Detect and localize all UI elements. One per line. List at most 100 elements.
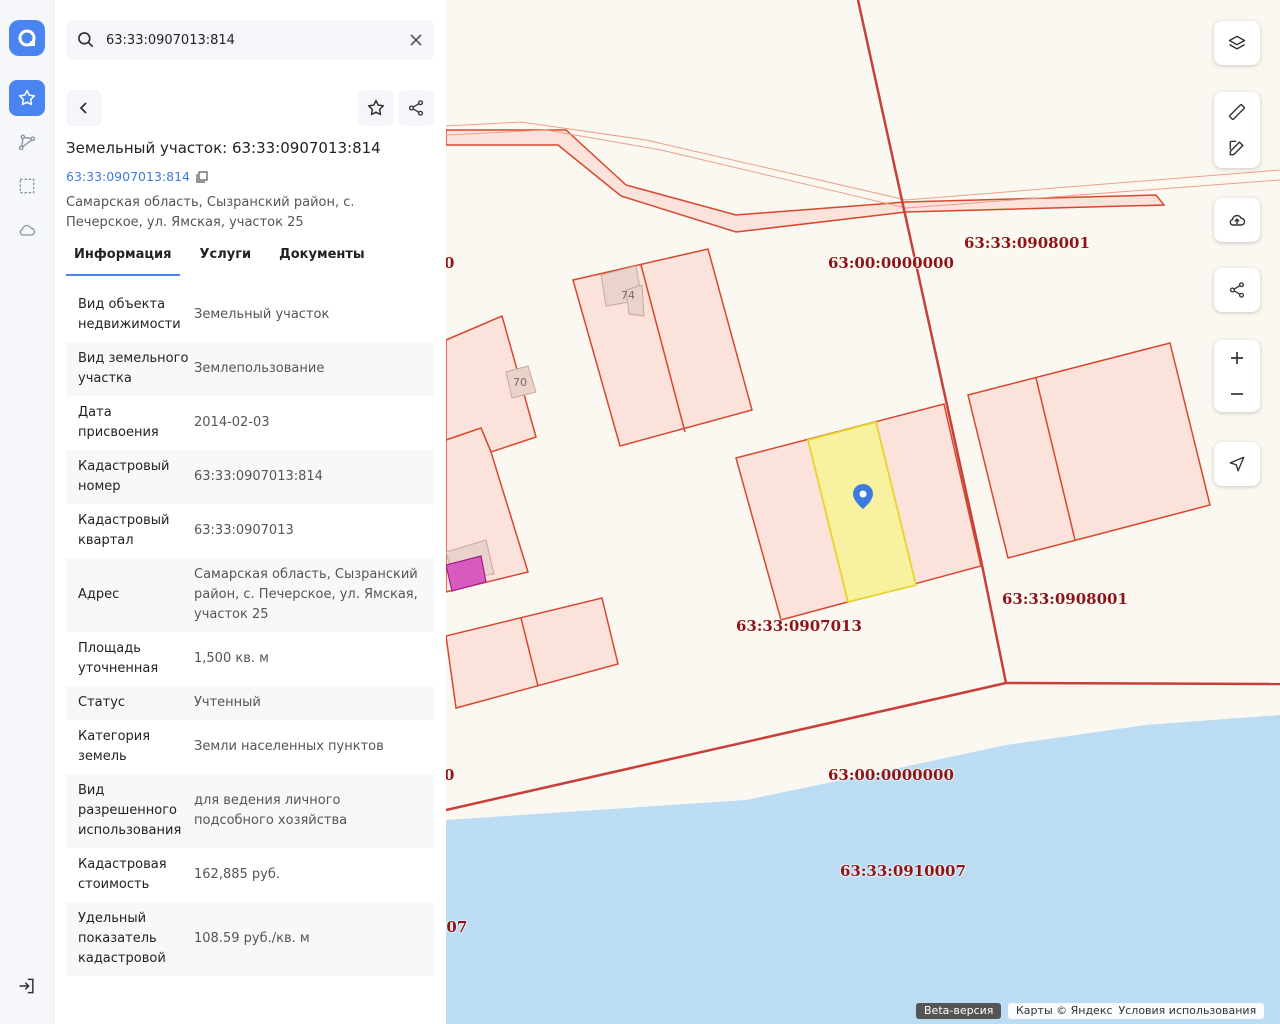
tab-documents[interactable]: Документы xyxy=(271,244,373,276)
select-area-icon[interactable] xyxy=(9,168,45,204)
layers-button[interactable] xyxy=(1214,21,1260,65)
info-table: Вид объекта недвижимости Земельный участо… xyxy=(66,288,434,1000)
quarter-label: 0 xyxy=(446,766,455,784)
table-row: Кадастровый номер 63:33:0907013:814 xyxy=(66,450,434,504)
table-row: Вид земельного участка Землепользование xyxy=(66,342,434,396)
row-key: Площадь уточненная xyxy=(78,641,159,676)
cloud-upload-icon xyxy=(1229,214,1246,226)
share-icon xyxy=(1229,282,1245,298)
minus-icon xyxy=(1231,393,1243,395)
row-value: Самарская область, Сызранский район, с. … xyxy=(194,567,418,622)
row-key: Кадастровый квартал xyxy=(78,513,170,548)
back-button[interactable] xyxy=(66,90,102,126)
row-value: 63:33:0907013 xyxy=(194,523,294,538)
terms-link[interactable]: Условия использования xyxy=(1119,1004,1257,1017)
row-value: Землепользование xyxy=(194,361,325,376)
upload-control xyxy=(1214,198,1260,242)
info-panel: Земельный участок: 63:33:0907013:814 63:… xyxy=(54,0,446,1024)
share-control xyxy=(1214,268,1260,312)
share-button[interactable] xyxy=(398,90,434,126)
chevron-left-icon xyxy=(79,102,87,114)
tab-services[interactable]: Услуги xyxy=(192,244,260,276)
maps-copyright[interactable]: Карты © Яндекс xyxy=(1016,1004,1113,1017)
ruler-button[interactable] xyxy=(1214,94,1260,130)
row-key: Вид разрешенного использования xyxy=(78,783,182,838)
zoom-control xyxy=(1214,340,1260,412)
favorites-icon[interactable] xyxy=(9,80,45,116)
plus-icon xyxy=(1231,352,1243,364)
house-number-74: 74 xyxy=(621,289,635,302)
row-value: Земли населенных пунктов xyxy=(194,739,384,754)
edit-icon xyxy=(1229,140,1244,156)
row-value: Земельный участок xyxy=(194,307,330,322)
quarter-label: 63:00:0000000 xyxy=(828,254,954,272)
row-value: 2014-02-03 xyxy=(194,415,270,430)
quarter-label: 007 xyxy=(446,918,468,936)
search-input[interactable] xyxy=(106,20,396,60)
row-key: Вид объекта недвижимости xyxy=(78,297,181,332)
table-row: Статус Учтенный xyxy=(66,686,434,720)
row-value: 162,885 руб. xyxy=(194,867,280,882)
layers-icon xyxy=(1228,35,1246,50)
quarter-label: 63:33:0908001 xyxy=(964,234,1090,252)
row-key: Статус xyxy=(78,695,126,710)
row-key: Категория земель xyxy=(78,729,151,764)
page-title: Земельный участок: 63:33:0907013:814 xyxy=(66,139,381,157)
row-key: Вид земельного участка xyxy=(78,351,189,386)
map-share-button[interactable] xyxy=(1214,268,1260,312)
geolocation-control xyxy=(1214,442,1260,486)
cloud-icon[interactable] xyxy=(9,212,45,248)
cadastral-number-link[interactable]: 63:33:0907013:814 xyxy=(66,169,208,184)
table-row: Удельный показатель кадастровой 108.59 ру… xyxy=(66,902,434,976)
row-value: 63:33:0907013:814 xyxy=(194,469,323,484)
table-row: Вид объекта недвижимости Земельный участо… xyxy=(66,288,434,342)
parcel-address: Самарская область, Сызранский район, с. … xyxy=(66,195,355,230)
route-icon[interactable] xyxy=(9,124,45,160)
ruler-icon xyxy=(1228,103,1246,121)
logout-icon[interactable] xyxy=(9,968,45,1004)
row-value: Учтенный xyxy=(194,695,261,710)
table-row: Площадь уточненная 1,500 кв. м xyxy=(66,632,434,686)
row-key: Дата присвоения xyxy=(78,405,159,440)
table-row: Кадастровая стоимость 162,885 руб. xyxy=(66,848,434,902)
layers-control xyxy=(1214,21,1260,65)
geolocation-button[interactable] xyxy=(1214,442,1260,486)
beta-badge: Beta-версия xyxy=(916,1003,1002,1019)
search-box xyxy=(66,20,434,60)
clear-search-icon[interactable] xyxy=(406,30,426,50)
map-canvas[interactable]: 74 70 63:33:0908001 63:00:0000000 63:33:… xyxy=(446,0,1280,1024)
quarter-label: 63:33:0907013 xyxy=(736,617,862,635)
navigation-arrow-icon xyxy=(1229,456,1245,472)
quarter-label: 0 xyxy=(446,254,455,272)
house-number-70: 70 xyxy=(513,376,527,389)
search-icon xyxy=(76,30,96,54)
table-row: Категория земель Земли населенных пунктов xyxy=(66,720,434,774)
zoom-in-button[interactable] xyxy=(1214,340,1260,376)
app-logo-icon[interactable] xyxy=(9,20,45,56)
table-row: Дата присвоения 2014-02-03 xyxy=(66,396,434,450)
tab-info[interactable]: Информация xyxy=(66,244,180,276)
map-attribution: Карты © Яндекс Условия использования xyxy=(1008,1003,1265,1019)
draw-tools xyxy=(1214,92,1260,168)
table-row: Кадастровый квартал 63:33:0907013 xyxy=(66,504,434,558)
copy-icon[interactable] xyxy=(196,170,208,183)
add-favorite-button[interactable] xyxy=(358,90,394,126)
left-rail xyxy=(0,0,54,1024)
row-value: для ведения личного подсобного хозяйства xyxy=(194,793,348,828)
edit-button[interactable] xyxy=(1214,130,1260,166)
share-icon xyxy=(408,100,424,116)
quarter-label: 63:00:0000000 xyxy=(828,766,954,784)
row-key: Кадастровый номер xyxy=(78,459,170,494)
table-row: Вид разрешенного использования для ведени… xyxy=(66,774,434,848)
row-key: Адрес xyxy=(78,587,120,602)
zoom-out-button[interactable] xyxy=(1214,376,1260,412)
table-row: Адрес Самарская область, Сызранский район… xyxy=(66,558,434,632)
info-tabs: Информация Услуги Документы xyxy=(66,244,385,276)
row-value: 1,500 кв. м xyxy=(194,651,269,666)
star-icon xyxy=(367,99,385,116)
row-key: Удельный показатель кадастровой xyxy=(78,911,166,966)
upload-button[interactable] xyxy=(1214,198,1260,242)
cadastral-number-text[interactable]: 63:33:0907013:814 xyxy=(66,169,190,184)
quarter-label: 63:33:0910007 xyxy=(840,862,966,880)
row-key: Кадастровая стоимость xyxy=(78,857,167,892)
